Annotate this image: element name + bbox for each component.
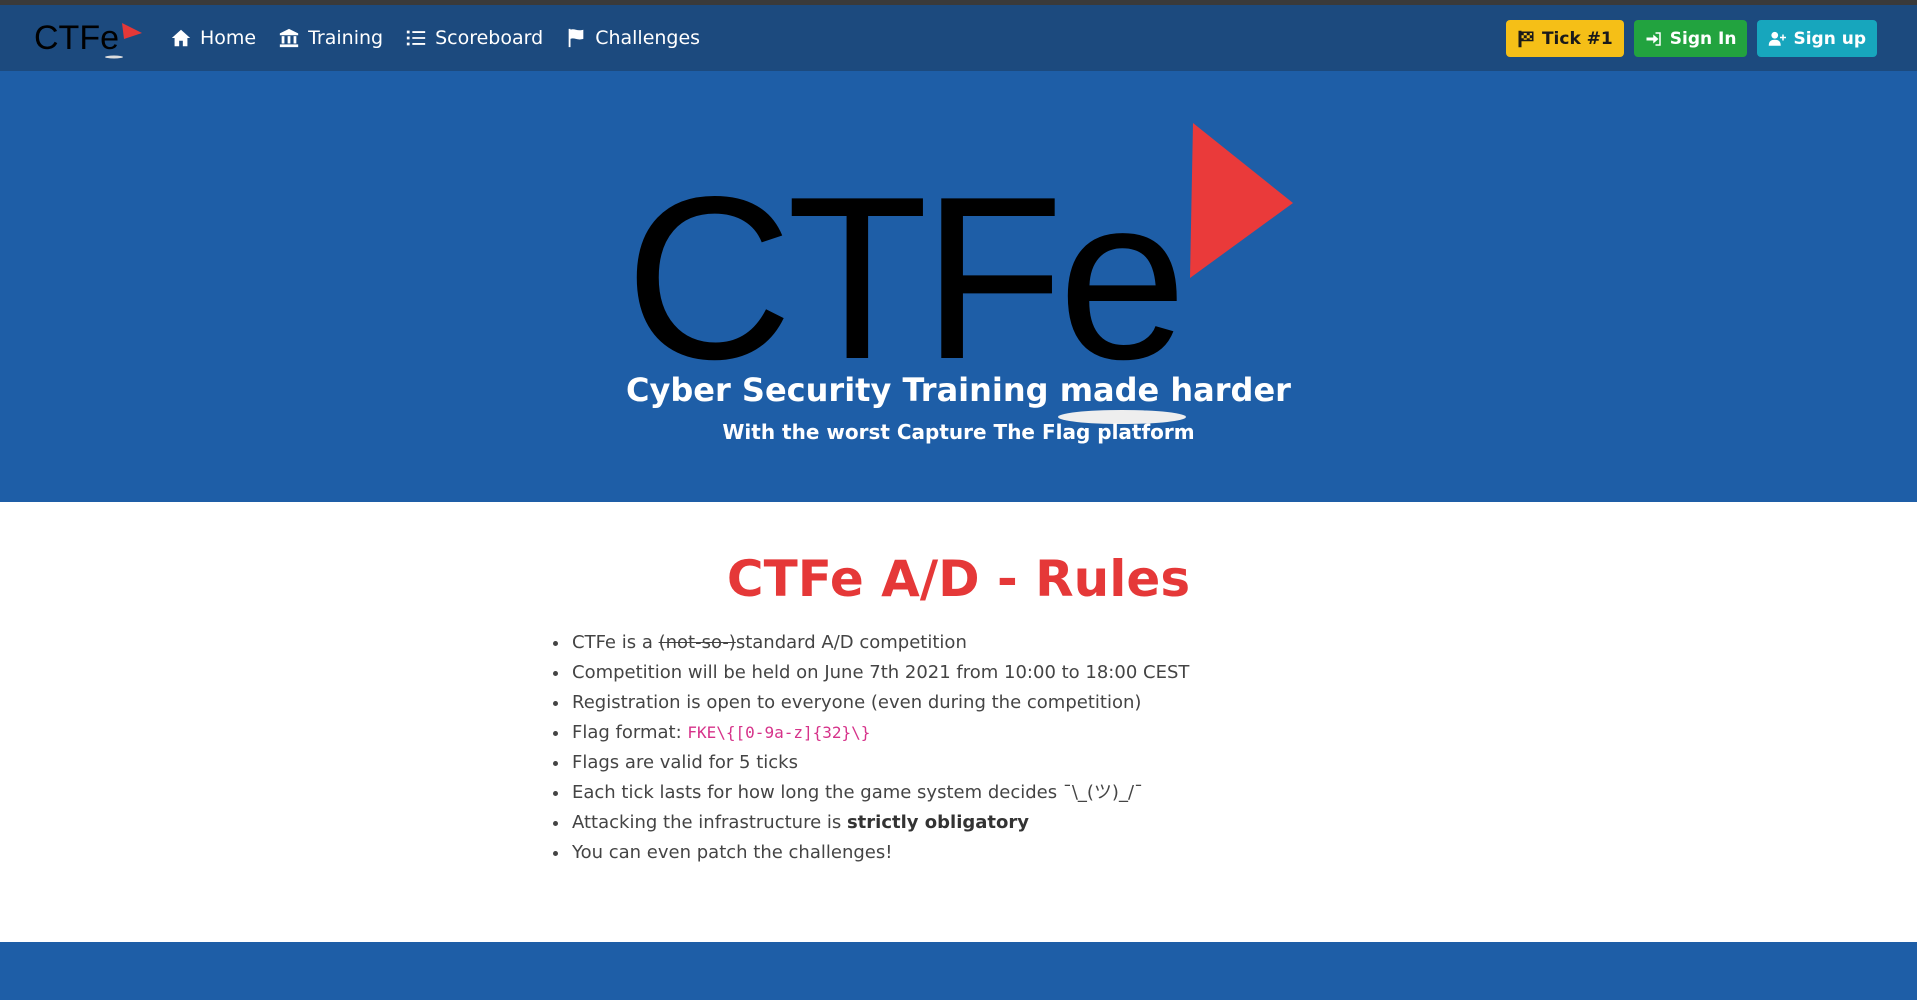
nav-scoreboard-label: Scoreboard (435, 27, 544, 49)
checkered-flag-icon (1518, 30, 1534, 47)
rule-text: standard A/D competition (735, 632, 967, 653)
tick-button[interactable]: Tick #1 (1505, 20, 1624, 57)
rules-section: CTFe A/D - Rules CTFe is a (not-so-)stan… (0, 502, 1917, 942)
nav-actions: Tick #1 Sign In Sign up (1505, 20, 1877, 57)
signup-button[interactable]: Sign up (1757, 20, 1877, 57)
rule-item: Each tick lasts for how long the game sy… (570, 778, 1189, 808)
rule-item: CTFe is a (not-so-)standard A/D competit… (570, 628, 1189, 658)
rule-text: Attacking the infrastructure is (572, 812, 847, 833)
brand-flag (122, 23, 142, 39)
rule-item: Competition will be held on June 7th 202… (570, 658, 1189, 688)
hero-title: Cyber Security Training made harder (626, 371, 1291, 409)
nav-scoreboard[interactable]: Scoreboard (405, 27, 543, 49)
nav-challenges[interactable]: Challenges (565, 27, 700, 49)
sign-in-icon (1646, 31, 1661, 46)
footer (0, 942, 1917, 1000)
rule-item: Flag format: FKE\{[0-9a-z]{32}\} (570, 718, 1189, 748)
rule-bold-text: strictly obligatory (846, 812, 1029, 833)
home-icon (171, 29, 191, 47)
rule-item: Flags are valid for 5 ticks (570, 748, 1189, 778)
rule-item: Registration is open to everyone (even d… (570, 688, 1189, 718)
nav-links: Home Training Scoreboard Challenges (170, 5, 700, 71)
hero-logo-flag (1190, 123, 1293, 278)
rules-title: CTFe A/D - Rules (726, 550, 1191, 608)
nav-home[interactable]: Home (170, 27, 256, 49)
flag-icon (568, 28, 584, 48)
list-icon (406, 30, 426, 46)
hero-logo-text: CTFe (625, 149, 1181, 408)
rule-item: Attacking the infrastructure is strictly… (570, 808, 1189, 838)
brand-logo[interactable]: CTFe (34, 15, 146, 63)
rule-struck-text: (not-so-) (658, 632, 736, 653)
nav-home-label: Home (200, 27, 257, 49)
signin-label: Sign In (1669, 28, 1737, 49)
navbar: CTFe Home Training Scoreboard Challenges… (0, 5, 1917, 71)
rule-item: You can even patch the challenges! (570, 838, 1189, 868)
nav-training[interactable]: Training (278, 27, 383, 49)
nav-challenges-label: Challenges (595, 27, 701, 49)
rule-text: CTFe is a (572, 632, 659, 653)
university-icon (279, 28, 299, 48)
signin-button[interactable]: Sign In (1633, 20, 1748, 57)
flag-format-code: FKE\{[0-9a-z]{32}\} (687, 723, 871, 742)
hero-subtitle: With the worst Capture The Flag platform (722, 420, 1195, 444)
rules-list: CTFe is a (not-so-)standard A/D competit… (552, 628, 1189, 868)
brand-underline (105, 55, 123, 59)
hero-banner: CTFe Cyber Security Training made harder… (0, 71, 1917, 502)
rule-text: Flag format: (572, 722, 688, 743)
nav-training-label: Training (308, 27, 384, 49)
signup-label: Sign up (1793, 28, 1866, 49)
user-plus-icon (1769, 31, 1787, 46)
brand-logo-text: CTFe (34, 19, 119, 57)
tick-label: Tick #1 (1541, 28, 1613, 49)
